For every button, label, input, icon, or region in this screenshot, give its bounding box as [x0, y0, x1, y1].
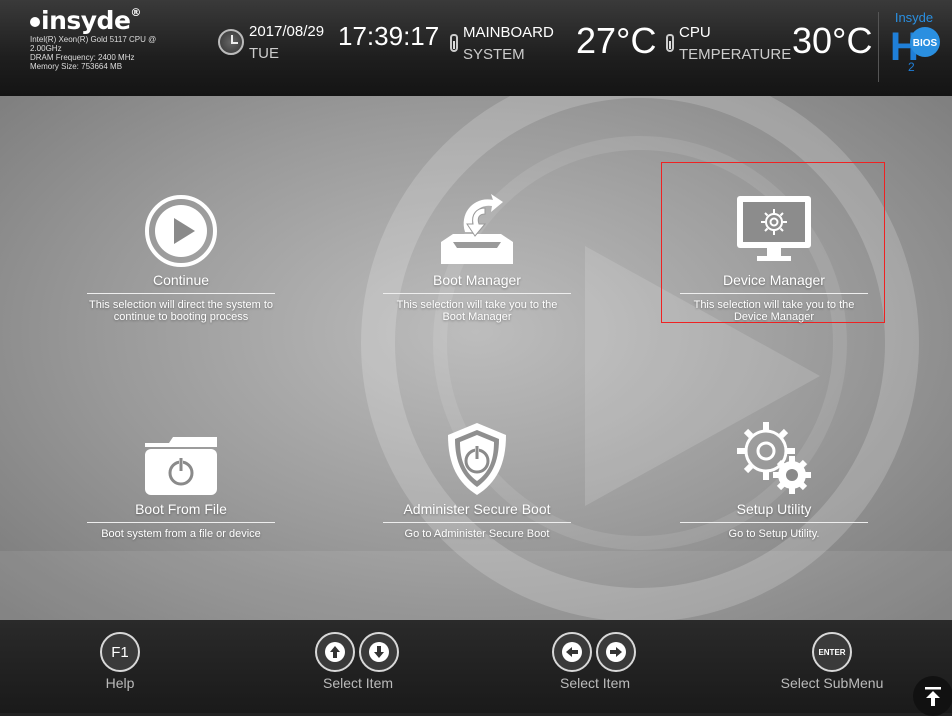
- memory-size: Memory Size: 753664 MB: [30, 62, 123, 71]
- menu-item-title: Continue: [152, 272, 210, 288]
- system-label: SYSTEM: [463, 46, 525, 63]
- arrow-down-key-button[interactable]: [359, 632, 399, 672]
- menu-item-description: This selection will direct the system to…: [89, 299, 274, 323]
- arrow-down-icon: [369, 642, 389, 662]
- folder-power-icon: [145, 437, 217, 495]
- footer-key-help-bar: F1 Help Select Item Select Item ENTER Se…: [0, 620, 952, 713]
- date: 2017/08/29: [249, 23, 325, 40]
- clock-icon: [218, 29, 244, 55]
- shield-power-icon: [448, 423, 506, 495]
- menu-item-description: Go to Administer Secure Boot: [404, 528, 550, 540]
- mainboard-label: MAINBOARD: [463, 24, 554, 41]
- h2o-bios-text: BIOS: [913, 38, 938, 49]
- enter-key-button[interactable]: ENTER: [812, 632, 852, 672]
- menu-item-title: Administer Secure Boot: [403, 501, 551, 517]
- main-menu-area: Continue This selection will direct the …: [0, 96, 952, 620]
- h2o-2-digit: 2: [908, 60, 915, 74]
- h2o-top-text: Insyde: [895, 10, 933, 25]
- menu-item-divider: [87, 522, 275, 523]
- menu-item-title: Boot Manager: [433, 272, 521, 288]
- menu-item-divider: [680, 293, 868, 294]
- cpu-model-line1: Intel(R) Xeon(R) Gold 5117 CPU @: [30, 35, 157, 44]
- enter-key-label: ENTER: [818, 647, 846, 657]
- menu-item-boot-manager[interactable]: Boot Manager This selection will take yo…: [377, 178, 577, 323]
- time: 17:39:17: [338, 21, 440, 51]
- boot-manager-icon: [441, 194, 513, 264]
- gears-icon: [737, 422, 811, 494]
- temperature-label: TEMPERATURE: [679, 46, 792, 63]
- menu-item-continue[interactable]: Continue This selection will direct the …: [81, 178, 281, 323]
- f1-key-button[interactable]: F1: [100, 632, 140, 672]
- header-divider: [878, 12, 879, 82]
- menu-item-title: Device Manager: [723, 272, 825, 288]
- arrow-right-key-button[interactable]: [596, 632, 636, 672]
- arrow-up-icon: [325, 642, 345, 662]
- weekday: TUE: [249, 45, 279, 62]
- arrow-right-icon: [606, 642, 626, 662]
- select-item-vertical-hint: Select Item: [322, 675, 394, 691]
- insyde-h2o-bios-logo: Insyde H 2 BIOS: [890, 10, 940, 74]
- insyde-logo: insyde® Intel(R) Xeon(R) Gold 5117 CPU @…: [30, 6, 157, 71]
- menu-item-title: Setup Utility: [736, 501, 812, 517]
- scroll-to-top-button[interactable]: [913, 676, 952, 716]
- help-hint: Help: [105, 675, 135, 691]
- play-icon: [145, 195, 217, 267]
- menu-item-divider: [383, 522, 571, 523]
- monitor-gear-icon: [737, 196, 811, 261]
- select-item-horizontal-hint: Select Item: [559, 675, 631, 691]
- thermometer-icon: [666, 34, 674, 52]
- menu-item-device-manager[interactable]: Device Manager This selection will take …: [674, 178, 874, 323]
- system-info: Intel(R) Xeon(R) Gold 5117 CPU @ 2.00GHz…: [30, 35, 156, 71]
- cpu-label: CPU: [679, 24, 711, 41]
- menu-item-boot-from-file[interactable]: Boot From File Boot system from a file o…: [81, 407, 281, 540]
- select-submenu-hint: Select SubMenu: [780, 675, 884, 691]
- cpu-temperature: 30°C: [792, 20, 873, 61]
- header-bar: insyde® Intel(R) Xeon(R) Gold 5117 CPU @…: [0, 0, 952, 96]
- menu-item-description: Boot system from a file or device: [101, 528, 261, 540]
- menu-item-description: Go to Setup Utility.: [728, 528, 820, 540]
- menu-item-divider: [680, 522, 868, 523]
- menu-item-administer-secure-boot[interactable]: Administer Secure Boot Go to Administer …: [377, 407, 577, 540]
- menu-item-setup-utility[interactable]: Setup Utility Go to Setup Utility.: [674, 407, 874, 540]
- arrow-left-key-button[interactable]: [552, 632, 592, 672]
- arrow-left-icon: [562, 642, 582, 662]
- f1-key-label: F1: [111, 643, 129, 661]
- menu-item-divider: [87, 293, 275, 294]
- mainboard-temperature: 27°C: [576, 20, 657, 61]
- menu-item-description: This selection will take you to the Devi…: [693, 299, 855, 323]
- menu-item-title: Boot From File: [135, 501, 227, 517]
- menu-item-description: This selection will take you to the Boot…: [396, 299, 558, 323]
- arrow-up-key-button[interactable]: [315, 632, 355, 672]
- thermometer-icon: [450, 34, 458, 52]
- scroll-top-icon: [925, 687, 941, 706]
- cpu-model-line2: 2.00GHz: [30, 44, 62, 53]
- menu-item-divider: [383, 293, 571, 294]
- logo-text: insyde: [41, 6, 131, 35]
- dram-frequency: DRAM Frequency: 2400 MHz: [30, 53, 135, 62]
